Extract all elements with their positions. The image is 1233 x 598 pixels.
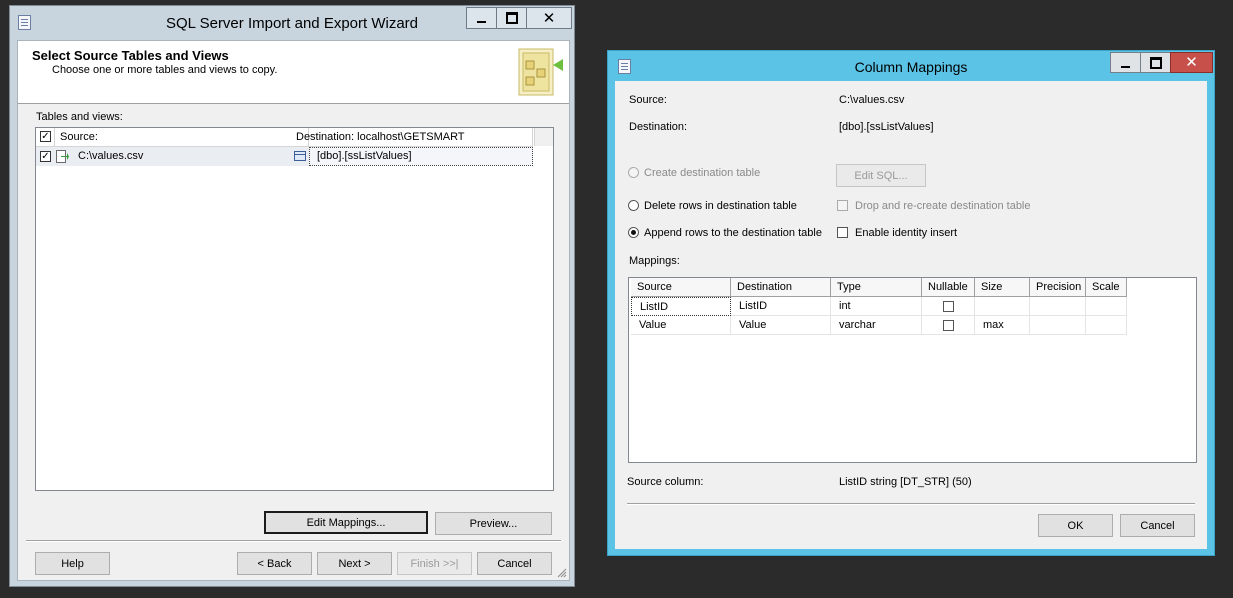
minimize-icon bbox=[1121, 65, 1130, 68]
column-header-destination[interactable]: Destination: localhost\GETSMART bbox=[291, 128, 533, 146]
identity-insert-label: Enable identity insert bbox=[855, 227, 958, 239]
row2-nullable-checkbox[interactable] bbox=[943, 320, 954, 331]
flat-file-icon bbox=[56, 150, 69, 163]
row2-destination-cell[interactable]: Value bbox=[731, 316, 831, 335]
wizard-graphic-icon bbox=[518, 48, 563, 96]
grid-header-size[interactable]: Size bbox=[975, 278, 1030, 297]
edit-sql-button[interactable]: Edit SQL... bbox=[836, 164, 926, 187]
dialog-maximize-button[interactable] bbox=[1140, 52, 1171, 73]
drop-recreate-label: Drop and re-create destination table bbox=[855, 200, 1031, 212]
row-source: C:\values.csv bbox=[78, 150, 144, 162]
row1-type-cell[interactable]: int bbox=[831, 297, 922, 316]
delete-rows-label: Delete rows in destination table bbox=[644, 200, 797, 212]
grid-corner bbox=[534, 128, 553, 146]
wizard-client-area: Select Source Tables and Views Choose on… bbox=[17, 40, 570, 581]
source-value: C:\values.csv bbox=[839, 94, 905, 106]
wizard-titlebar[interactable]: SQL Server Import and Export Wizard ✕ bbox=[10, 6, 574, 40]
append-rows-label: Append rows to the destination table bbox=[644, 227, 822, 239]
row2-nullable-cell[interactable] bbox=[922, 316, 975, 335]
create-table-radio[interactable] bbox=[628, 167, 639, 178]
edit-mappings-button[interactable]: Edit Mappings... bbox=[264, 511, 428, 534]
minimize-button[interactable] bbox=[466, 7, 497, 29]
create-table-label: Create destination table bbox=[644, 167, 761, 179]
row-destination: [dbo].[ssListValues] bbox=[317, 150, 412, 162]
cancel-button[interactable]: Cancel bbox=[477, 552, 552, 575]
resize-grip-icon[interactable] bbox=[556, 567, 567, 578]
append-rows-radio[interactable] bbox=[628, 227, 639, 238]
dialog-minimize-button[interactable] bbox=[1110, 52, 1141, 73]
dialog-client-area: Source: C:\values.csv Destination: [dbo]… bbox=[615, 81, 1207, 549]
table-icon bbox=[294, 151, 306, 161]
wizard-header: Select Source Tables and Views Choose on… bbox=[18, 41, 569, 104]
row2-type-cell[interactable]: varchar bbox=[831, 316, 922, 335]
grid-header-precision[interactable]: Precision bbox=[1030, 278, 1086, 297]
mappings-label: Mappings: bbox=[629, 255, 680, 267]
destination-label: Destination: bbox=[629, 121, 688, 133]
row1-nullable-checkbox[interactable] bbox=[943, 301, 954, 312]
grid-header-nullable[interactable]: Nullable bbox=[922, 278, 975, 297]
tables-views-grid[interactable]: ✓ Source: Destination: localhost\GETSMAR… bbox=[35, 127, 554, 491]
drop-recreate-checkbox[interactable] bbox=[837, 200, 848, 211]
source-column-label: Source column: bbox=[627, 476, 704, 488]
source-column-value: ListID string [DT_STR] (50) bbox=[839, 476, 972, 488]
import-export-wizard-window: SQL Server Import and Export Wizard ✕ Se… bbox=[9, 5, 575, 587]
minimize-icon bbox=[477, 21, 486, 23]
row2-size-cell[interactable]: max bbox=[975, 316, 1030, 335]
dialog-close-button[interactable]: ✕ bbox=[1170, 52, 1213, 73]
row2-source-cell[interactable]: Value bbox=[631, 316, 731, 335]
grid-header-scale[interactable]: Scale bbox=[1086, 278, 1127, 297]
dialog-cancel-button[interactable]: Cancel bbox=[1120, 514, 1195, 537]
row1-destination-cell[interactable]: ListID bbox=[731, 297, 831, 316]
row-checkbox[interactable]: ✓ bbox=[40, 151, 51, 162]
ok-button[interactable]: OK bbox=[1038, 514, 1113, 537]
page-title: Select Source Tables and Views bbox=[32, 48, 229, 63]
delete-rows-radio[interactable] bbox=[628, 200, 639, 211]
destination-value: [dbo].[ssListValues] bbox=[839, 121, 934, 133]
page-subtitle: Choose one or more tables and views to c… bbox=[52, 64, 278, 76]
row1-precision-cell[interactable] bbox=[1030, 297, 1086, 316]
maximize-icon bbox=[1149, 56, 1162, 69]
finish-button[interactable]: Finish >>| bbox=[397, 552, 472, 575]
tables-views-label: Tables and views: bbox=[36, 111, 123, 123]
row1-source-cell[interactable]: ListID bbox=[631, 297, 731, 316]
identity-insert-checkbox[interactable] bbox=[837, 227, 848, 238]
dialog-footer-divider bbox=[627, 503, 1195, 504]
preview-button[interactable]: Preview... bbox=[435, 512, 552, 535]
mappings-grid[interactable]: Source Destination Type Nullable Size Pr… bbox=[628, 277, 1197, 463]
row1-size-cell[interactable] bbox=[975, 297, 1030, 316]
column-mappings-window: Column Mappings ✕ Source: C:\values.csv … bbox=[607, 50, 1215, 556]
footer-divider bbox=[26, 540, 561, 541]
row1-nullable-cell[interactable] bbox=[922, 297, 975, 316]
back-button[interactable]: < Back bbox=[237, 552, 312, 575]
maximize-button[interactable] bbox=[496, 7, 527, 29]
grid-header-type[interactable]: Type bbox=[831, 278, 922, 297]
column-header-source[interactable]: Source: bbox=[54, 128, 309, 146]
select-all-checkbox[interactable]: ✓ bbox=[40, 131, 51, 142]
close-icon: ✕ bbox=[542, 9, 556, 27]
grid-header: ✓ Source: Destination: localhost\GETSMAR… bbox=[36, 128, 533, 147]
row1-scale-cell[interactable] bbox=[1086, 297, 1127, 316]
row2-precision-cell[interactable] bbox=[1030, 316, 1086, 335]
close-icon: ✕ bbox=[1185, 54, 1198, 71]
next-button[interactable]: Next > bbox=[317, 552, 392, 575]
maximize-icon bbox=[505, 12, 518, 24]
close-button[interactable]: ✕ bbox=[526, 7, 572, 29]
help-button[interactable]: Help bbox=[35, 552, 110, 575]
grid-header-source[interactable]: Source bbox=[631, 278, 731, 297]
source-label: Source: bbox=[629, 94, 667, 106]
table-row[interactable]: ✓ C:\values.csv [dbo].[ssListValues] bbox=[36, 147, 533, 166]
grid-header-destination[interactable]: Destination bbox=[731, 278, 831, 297]
row2-scale-cell[interactable] bbox=[1086, 316, 1127, 335]
